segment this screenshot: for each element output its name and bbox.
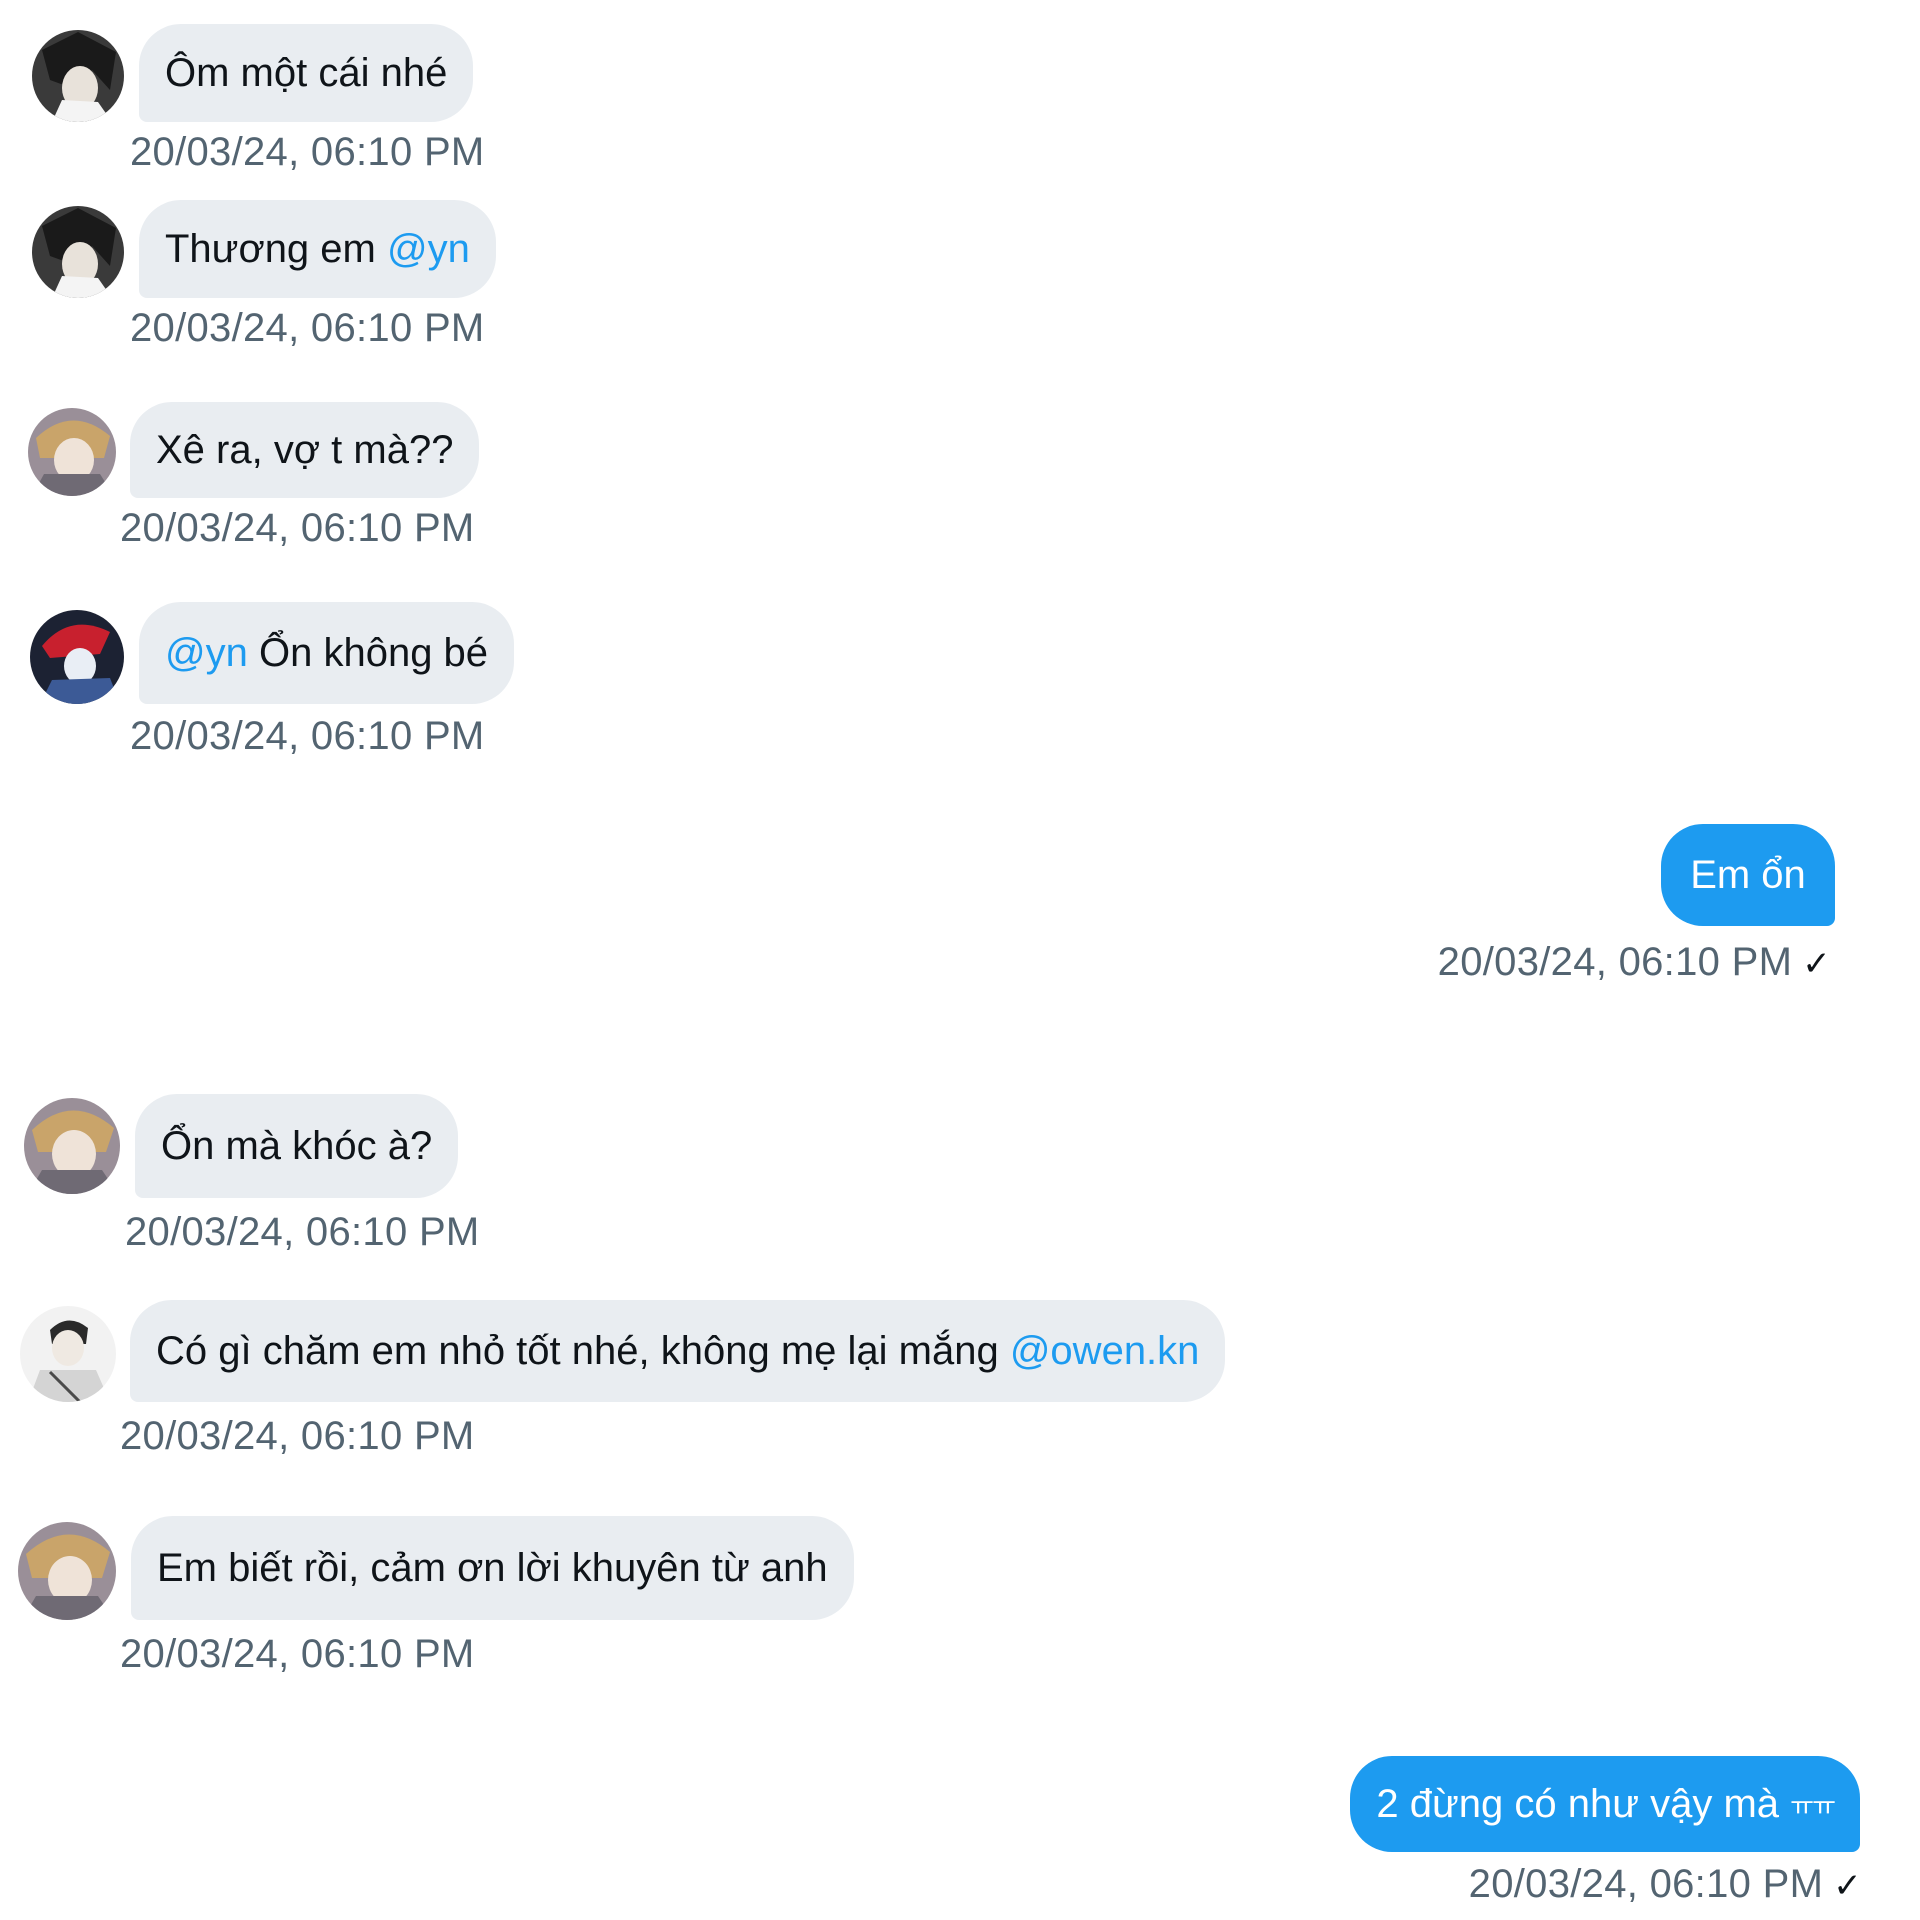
avatar-blond-hair-icon (28, 408, 116, 496)
message-text: Ôm một cái nhé (165, 50, 448, 95)
mention-link[interactable]: @owen.kn (1010, 1329, 1200, 1374)
mention-link[interactable]: @yn (165, 631, 248, 676)
avatar[interactable] (32, 206, 124, 298)
message-bubble[interactable]: @yn Ổn không bé (139, 602, 515, 704)
crying-emoticon: ㅠㅠ (1790, 1790, 1836, 1821)
message-timestamp: 20/03/24, 06:10 PM (130, 714, 485, 758)
message-bubble[interactable]: Có gì chăm em nhỏ tốt nhé, không mẹ lại … (130, 1300, 1226, 1402)
message-timestamp: 20/03/24, 06:10 PM (125, 1210, 480, 1254)
message-timestamp: 20/03/24, 06:10 PM (130, 130, 485, 174)
message-timestamp: 20/03/24, 06:10 PM (1437, 940, 1793, 984)
avatar[interactable] (30, 610, 124, 704)
avatar-blond-hair-icon (24, 1098, 120, 1194)
message-bubble[interactable]: Em biết rồi, cảm ơn lời khuyên từ anh (131, 1516, 854, 1620)
message-timestamp: 20/03/24, 06:10 PM (120, 506, 475, 550)
message-timestamp: 20/03/24, 06:10 PM (130, 306, 485, 350)
message-timestamp-row: 20/03/24, 06:10 PM ✓ (1438, 940, 1831, 985)
message-bubble[interactable]: Xê ra, vợ t mà?? (130, 402, 480, 498)
sent-check-icon: ✓ (1833, 1867, 1862, 1905)
message-text: Có gì chăm em nhỏ tốt nhé, không mẹ lại … (156, 1328, 999, 1373)
mention-link[interactable]: @yn (387, 227, 470, 272)
message-text: Em ổn (1690, 852, 1806, 897)
message-text: Ổn mà khóc à? (161, 1123, 433, 1168)
avatar[interactable] (24, 1098, 120, 1194)
message-bubble[interactable]: Ổn mà khóc à? (135, 1094, 459, 1198)
avatar[interactable] (18, 1522, 116, 1620)
avatar-red-hair-icon (30, 610, 124, 704)
message-text: 2 đừng có như vậy mà (1376, 1781, 1780, 1826)
avatar-blond-hair-icon (18, 1522, 116, 1620)
message-timestamp: 20/03/24, 06:10 PM (120, 1414, 475, 1458)
message-timestamp: 20/03/24, 06:10 PM (120, 1632, 475, 1676)
avatar[interactable] (28, 408, 116, 496)
message-text: Em biết rồi, cảm ơn lời khuyên từ anh (157, 1545, 828, 1590)
sent-check-icon: ✓ (1802, 945, 1831, 983)
message-timestamp-row: 20/03/24, 06:10 PM ✓ (1469, 1862, 1862, 1907)
avatar-grey-coat-icon (20, 1306, 116, 1402)
message-text: Ổn không bé (258, 630, 489, 675)
avatar[interactable] (32, 30, 124, 122)
avatar-dark-hair-icon (32, 30, 124, 122)
message-text: Thương em (165, 226, 376, 271)
message-bubble[interactable]: Thương em @yn (139, 200, 496, 298)
avatar-dark-hair-icon (32, 206, 124, 298)
message-bubble[interactable]: Em ổn (1661, 824, 1835, 926)
message-bubble[interactable]: Ôm một cái nhé (139, 24, 474, 122)
avatar[interactable] (20, 1306, 116, 1402)
message-text: Xê ra, vợ t mà?? (156, 427, 454, 472)
message-timestamp: 20/03/24, 06:10 PM (1468, 1862, 1824, 1906)
message-bubble[interactable]: 2 đừng có như vậy mà ㅠㅠ (1350, 1756, 1860, 1852)
